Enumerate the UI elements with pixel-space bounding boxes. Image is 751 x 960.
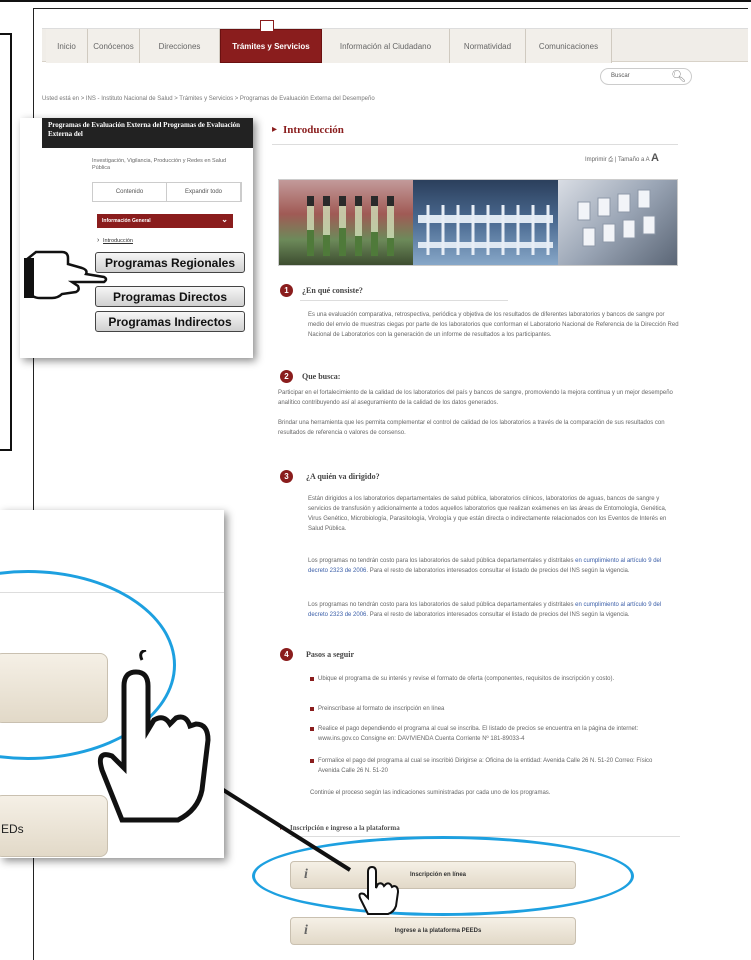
hero-image [278, 179, 678, 266]
font-size-label: Tamaño [617, 157, 640, 163]
page-tools: Imprimir ⎙ | Tamaño a A A [585, 152, 659, 164]
cost-text-end: . Para el resto de laboratorios interesa… [366, 612, 630, 618]
title-divider [272, 144, 678, 145]
step-number-3: 3 [280, 470, 293, 483]
test-tubes-illustration [307, 196, 394, 256]
step-number-1: 1 [280, 284, 293, 297]
inset-subtitle: Investigación, Vigilancia, Producción y … [92, 158, 227, 171]
hero-tubes-panel [279, 180, 414, 265]
search-icon[interactable]: 🔍︎ [671, 69, 686, 83]
chevron-right-icon: › [97, 237, 100, 244]
chevron-down-icon: ⌄ [221, 215, 228, 224]
ingreso-plataforma-button[interactable]: i Ingrese a la plataforma PEEDs [290, 917, 576, 945]
nav-tab-ciudadano[interactable]: Información al Ciudadano [322, 29, 450, 63]
pointer-hand-icon [97, 650, 211, 823]
zoom-inset-menu: Programas de Evaluación Externa del Prog… [20, 118, 253, 358]
font-smaller-button[interactable]: a [641, 157, 644, 163]
section-title-2: Que busca: [302, 372, 341, 381]
hero-vials-panel [557, 180, 677, 265]
arrow-icon: ▸ [272, 124, 278, 135]
section-text-3c: Los programas no tendrán costo para los … [308, 600, 680, 620]
section-divider [300, 300, 508, 301]
hero-rack-panel [413, 180, 558, 265]
step-number-4: 4 [280, 648, 293, 661]
info-general-label: Información General [102, 218, 151, 224]
nav-tab-normatividad[interactable]: Normatividad [450, 29, 526, 63]
font-larger-button[interactable]: A [651, 152, 659, 164]
document-icon [260, 20, 274, 32]
section-text-1: Es una evaluación comparativa, retrospec… [308, 312, 679, 338]
nav-tab-conocenos[interactable]: Conócenos [88, 29, 140, 63]
section-text-2b: Brindar una herramienta que les permita … [278, 420, 665, 436]
programas-directos-button[interactable]: Programas Directos [95, 286, 245, 307]
info-icon: i [304, 923, 308, 938]
info-general-dropdown[interactable]: Información General ⌄ [97, 214, 233, 228]
step-number-2: 2 [280, 370, 293, 383]
section-text-3b: Los programas no tendrán costo para los … [308, 556, 680, 576]
section-text-2a: Participar en el fortalecimiento de la c… [278, 390, 673, 406]
cost-text: Los programas no tendrán costo para los … [308, 602, 576, 608]
section-title-3: ¿A quién va dirigido? [306, 472, 380, 481]
pointing-hand-icon [24, 250, 108, 300]
section-title-4: Pasos a seguir [306, 650, 354, 659]
programas-indirectos-button[interactable]: Programas Indirectos [95, 311, 245, 332]
step-item-1: Ubique el programa de su interés y revis… [310, 674, 674, 684]
section-title-1: ¿En qué consiste? [302, 286, 363, 295]
print-link[interactable]: Imprimir [585, 157, 607, 163]
printer-icon[interactable]: ⎙ [608, 157, 613, 163]
zoomed-plataforma-label: EDs [1, 822, 24, 836]
cost-text: Los programas no tendrán costo para los … [308, 558, 576, 564]
programas-regionales-button[interactable]: Programas Regionales [95, 252, 245, 273]
tab-expandir-todo[interactable]: Expandir todo [167, 183, 241, 201]
nav-tab-inicio[interactable]: Inicio [46, 29, 88, 63]
nav-tab-tramites[interactable]: Trámites y Servicios [220, 29, 322, 63]
main-nav: Inicio Conócenos Direcciones Trámites y … [42, 28, 748, 63]
tube-rack-illustration [418, 205, 554, 255]
inset-tabbar: Contenido Expandir todo [92, 182, 242, 202]
tab-contenido[interactable]: Contenido [93, 183, 167, 201]
page-title: Introducción [283, 124, 344, 136]
vials-illustration [577, 189, 656, 247]
nav-tab-direcciones[interactable]: Direcciones [140, 29, 220, 63]
left-window-edge [0, 33, 12, 451]
section-text-3a: Están dirigidos a los laboratorios depar… [308, 496, 667, 532]
cost-text-end: . Para el resto de laboratorios interesa… [366, 568, 630, 574]
nav-tab-tramites-label: Trámites y Servicios [232, 41, 310, 51]
breadcrumb: Usted está en > INS - Instituto Nacional… [42, 96, 375, 102]
ingreso-label: Ingrese a la plataforma PEEDs [394, 928, 482, 934]
font-normal-button[interactable]: A [646, 157, 650, 163]
inset-header: Programas de Evaluación Externa del Prog… [42, 118, 253, 148]
nav-tab-comunicaciones[interactable]: Comunicaciones [526, 29, 612, 63]
zoom-inset-buttons: EDs [0, 510, 224, 858]
